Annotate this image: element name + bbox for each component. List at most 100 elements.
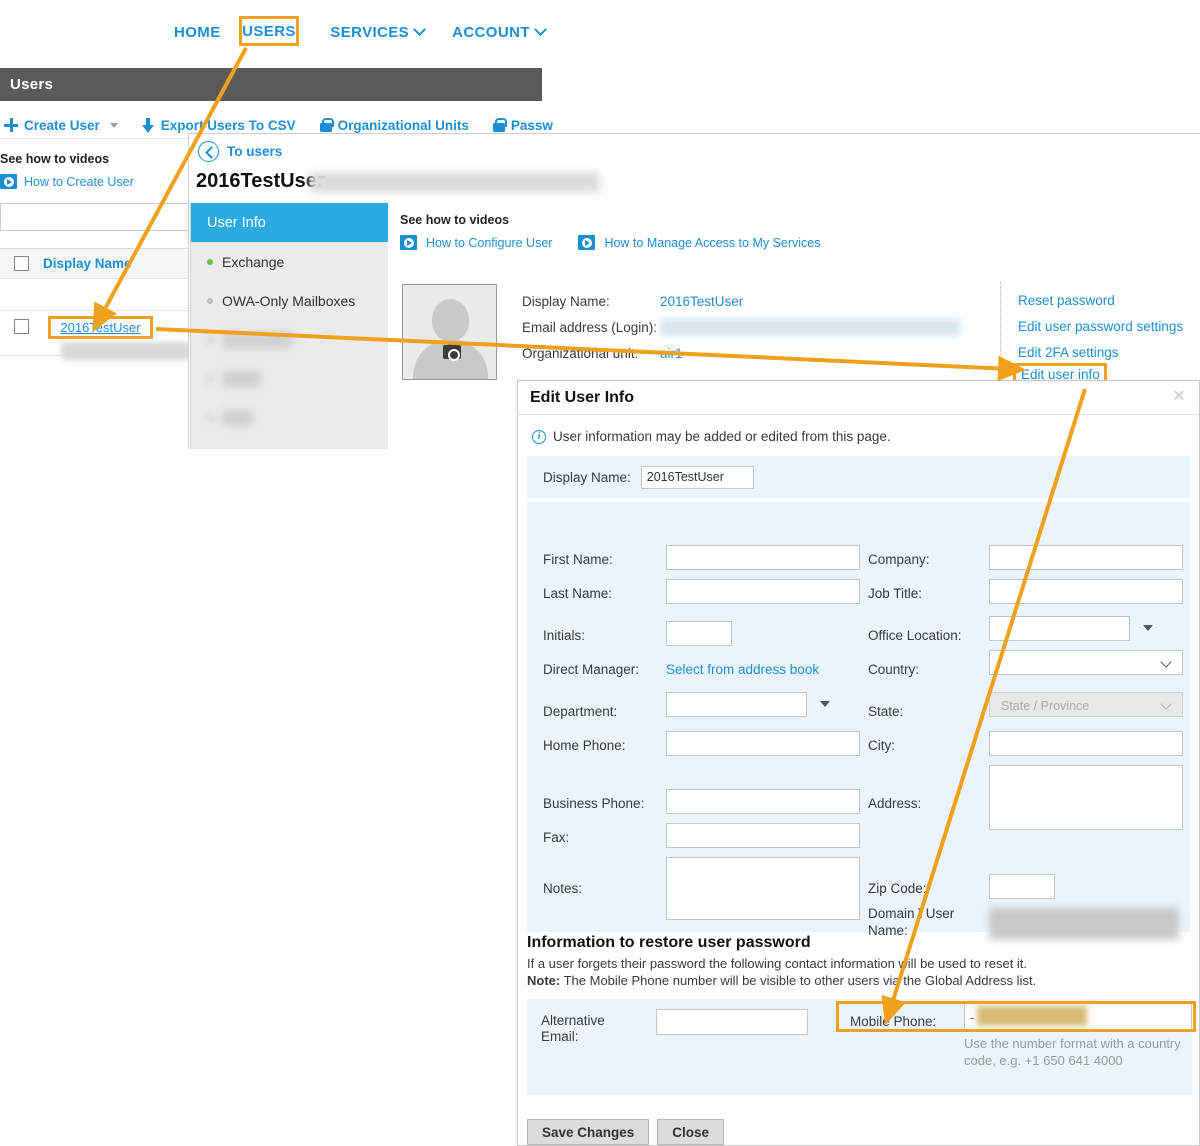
last-name-input[interactable] (666, 579, 860, 604)
export-users-csv-label: Export Users To CSV (160, 117, 296, 133)
left-video-row: How to Create User (0, 174, 190, 189)
lock-icon (319, 118, 334, 132)
how-to-create-user-link[interactable]: How to Create User (24, 175, 134, 189)
nav-item-users-label: USERS (242, 22, 296, 40)
row-checkbox[interactable] (14, 319, 29, 334)
user-search-input[interactable] (0, 203, 190, 231)
alternative-email-label-line2: Email: (541, 1029, 579, 1044)
first-name-label: First Name: (543, 552, 613, 567)
sidebar-item-exchange[interactable]: Exchange (191, 242, 388, 281)
row-select-cell[interactable] (0, 317, 43, 334)
address-label: Address: (868, 796, 922, 811)
edit-user-info-dialog: Edit User Info ✕ i User information may … (517, 380, 1200, 1146)
sidebar-item-owa-only-mailboxes[interactable]: OWA-Only Mailboxes (191, 281, 388, 320)
reset-password-link[interactable]: Reset password (1018, 288, 1183, 314)
fax-input[interactable] (666, 823, 860, 848)
avatar[interactable] (402, 284, 497, 380)
status-dot-icon (207, 258, 213, 265)
status-dot-icon (207, 297, 213, 304)
office-location-input[interactable] (989, 616, 1130, 641)
notes-textarea[interactable] (666, 857, 860, 920)
info-value-email-redacted (660, 318, 960, 336)
nav-item-account[interactable]: ACCOUNT (438, 20, 559, 45)
close-button[interactable]: Close (657, 1119, 725, 1145)
info-label: Display Name: (522, 293, 610, 309)
organizational-units-button[interactable]: Organizational Units (308, 118, 481, 133)
form-grid: First Name: Last Name: Initials: Direct … (527, 512, 1190, 940)
back-to-users-button[interactable]: To users (198, 141, 282, 162)
info-row-email: Email address (Login): (522, 314, 992, 340)
edit-user-password-settings-link[interactable]: Edit user password settings (1018, 314, 1183, 340)
camera-icon[interactable] (443, 342, 461, 361)
sidebar-item-user-info[interactable]: User Info (191, 203, 388, 242)
video-icon (0, 174, 17, 189)
nav-item-home-label: HOME (174, 24, 221, 41)
top-navigation-bar: HOME USERS SERVICES ACCOUNT (0, 0, 1200, 62)
user-row-link-highlight[interactable]: 2016TestUser (48, 316, 153, 339)
select-all-cell[interactable] (0, 256, 43, 271)
nav-item-users[interactable]: USERS (242, 23, 296, 40)
column-header-display-name[interactable]: Display Name (43, 256, 132, 271)
sidebar-item-securisync[interactable]: SecuriSync (191, 320, 388, 359)
page-title: Users (10, 76, 54, 93)
city-label: City: (868, 738, 895, 753)
detail-videos-links: How to Configure User How to Manage Acce… (400, 235, 821, 250)
nav-item-users-highlight[interactable]: USERS (239, 16, 299, 46)
first-name-input[interactable] (666, 545, 860, 570)
nav-item-services-label: SERVICES (330, 24, 410, 41)
user-display-name-link[interactable]: 2016TestUser (60, 320, 140, 335)
select-from-address-book-link[interactable]: Select from address book (666, 662, 819, 677)
save-changes-button[interactable]: Save Changes (527, 1119, 650, 1145)
alternative-email-input[interactable] (656, 1009, 808, 1035)
address-textarea[interactable] (989, 765, 1183, 830)
info-icon: i (532, 429, 546, 444)
info-value-org-unit: air1 (660, 345, 683, 361)
business-phone-input[interactable] (666, 789, 860, 814)
sidebar-item-label: SecuriSync (222, 331, 293, 348)
display-name-input[interactable]: 2016TestUser (640, 465, 754, 489)
page-title-bar: Users (0, 68, 542, 101)
mobile-phone-value: - (970, 1011, 975, 1025)
info-row-display-name: Display Name: 2016TestUser (522, 288, 992, 314)
zip-code-input[interactable] (989, 874, 1055, 899)
avatar-head-shape (432, 299, 469, 341)
dialog-buttons: Save Changes Close (527, 1119, 725, 1145)
close-icon[interactable]: ✕ (1171, 389, 1187, 405)
office-location-label: Office Location: (868, 628, 962, 643)
home-phone-input[interactable] (666, 731, 860, 756)
caret-down-icon[interactable] (820, 701, 830, 707)
caret-down-icon[interactable] (1143, 625, 1153, 631)
user-info-fields: Display Name: 2016TestUser Email address… (522, 288, 992, 366)
sidebar-item-skype[interactable]: Skype (191, 359, 388, 398)
domain-user-name-redacted (989, 908, 1179, 940)
display-name-label: Display Name: (543, 469, 631, 485)
how-to-manage-access-link[interactable]: How to Manage Access to My Services (604, 236, 820, 250)
info-divider (1000, 282, 1001, 382)
job-title-input[interactable] (989, 579, 1183, 604)
detail-video-row-1: How to Configure User (400, 235, 552, 250)
country-select[interactable] (989, 650, 1183, 675)
export-users-csv-button[interactable]: Export Users To CSV (130, 117, 308, 133)
company-input[interactable] (989, 545, 1183, 570)
state-label: State: (868, 704, 904, 719)
restore-note-bold: Note: (527, 973, 561, 988)
info-label: Email address (Login): (522, 319, 658, 335)
select-all-checkbox[interactable] (14, 256, 29, 271)
restore-note-text: The Mobile Phone number will be visible … (560, 973, 1037, 988)
nav-item-services[interactable]: SERVICES (316, 20, 438, 45)
nav-item-home[interactable]: HOME (160, 20, 235, 45)
info-label: Organizational unit: (522, 345, 639, 361)
status-dot-icon (207, 414, 213, 421)
sidebar-item-sync[interactable]: Sync (191, 398, 388, 437)
create-user-button[interactable]: Create User (0, 118, 130, 133)
city-input[interactable] (989, 731, 1183, 756)
user-detail-sidebar: User Info Exchange OWA-Only Mailboxes Se… (190, 203, 388, 449)
initials-input[interactable] (666, 621, 732, 646)
passwords-button[interactable]: Passw (481, 118, 565, 133)
top-nav-items: HOME USERS SERVICES ACCOUNT (160, 20, 559, 45)
how-to-configure-user-link[interactable]: How to Configure User (426, 236, 552, 250)
notes-label: Notes: (543, 881, 583, 896)
nav-item-account-label: ACCOUNT (452, 24, 530, 41)
caret-down-icon[interactable] (109, 122, 118, 128)
department-input[interactable] (666, 692, 807, 717)
